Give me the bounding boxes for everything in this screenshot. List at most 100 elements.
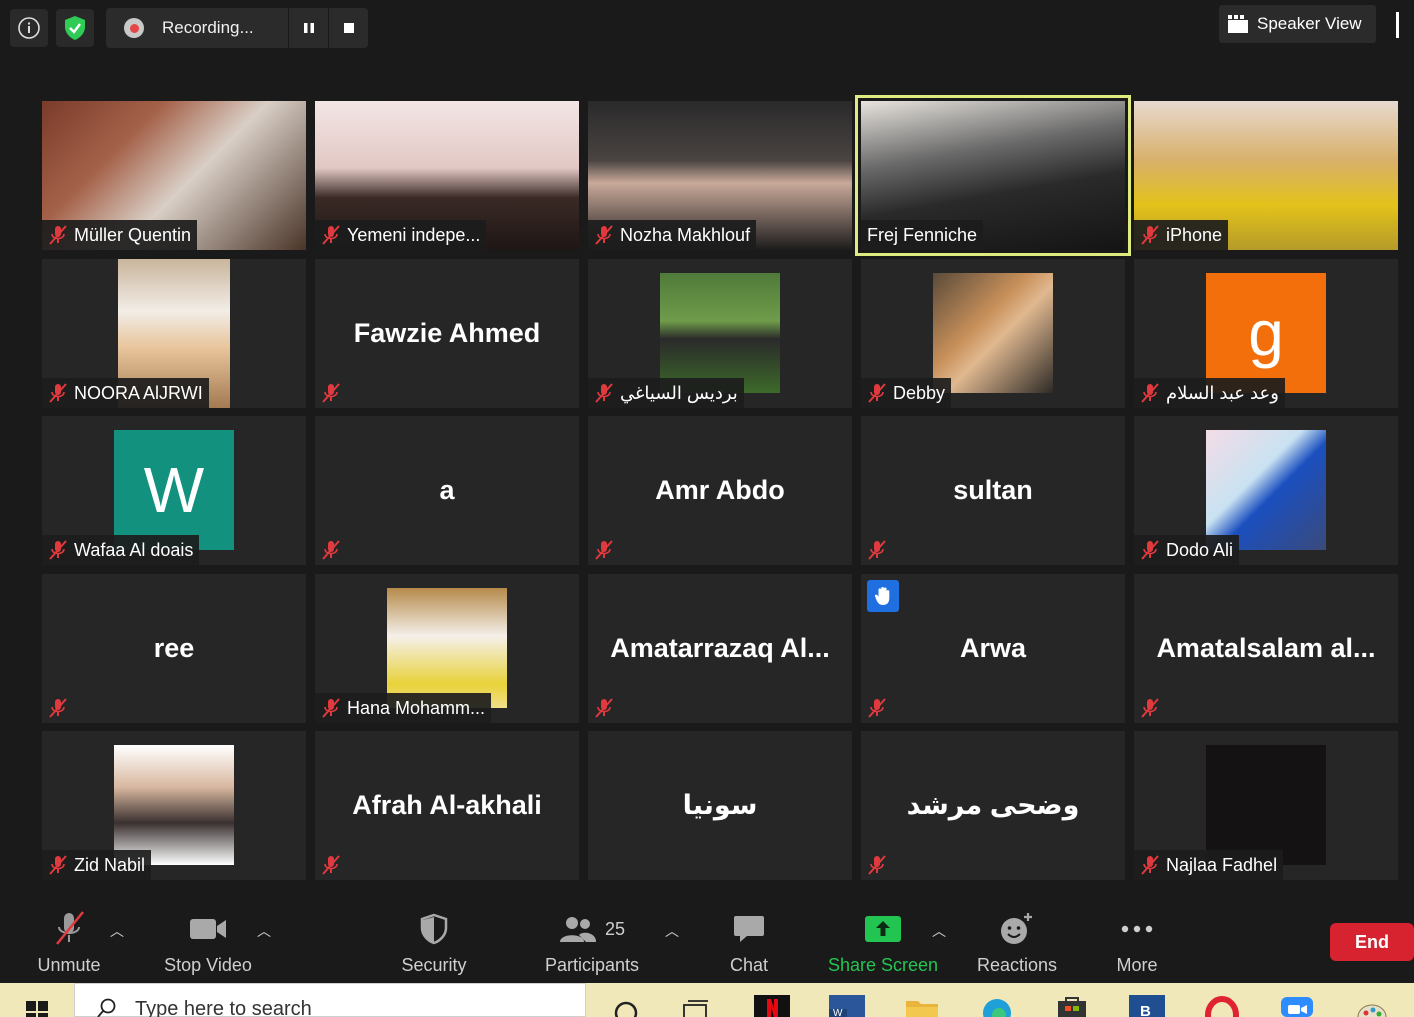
participant-tile[interactable]: Amatarrazaq Al... [588, 574, 852, 723]
video-options-chevron-icon[interactable]: ︿ [257, 921, 271, 941]
share-screen-icon [865, 916, 901, 942]
reactions-button[interactable]: Reactions [957, 909, 1077, 976]
file-explorer-icon[interactable] [904, 995, 940, 1017]
participant-tile[interactable]: Afrah Al-akhali [315, 731, 579, 880]
participant-tile[interactable]: Fawzie Ahmed [315, 259, 579, 408]
security-label: Security [401, 955, 467, 975]
participant-tile[interactable]: Zid Nabil [42, 731, 306, 880]
start-button[interactable] [0, 983, 72, 1017]
participant-tile[interactable]: ree [42, 574, 306, 723]
participant-name: Müller Quentin [74, 224, 192, 245]
taskbar-search-box[interactable]: Type here to search [74, 983, 586, 1017]
participant-tile[interactable]: وضحى مرشد [861, 731, 1125, 880]
zoom-app-icon[interactable] [1279, 995, 1315, 1017]
muted-microphone-icon [594, 539, 614, 561]
participant-nameplate: iPhone [1134, 220, 1229, 250]
participant-display-name: ree [153, 633, 195, 663]
b-app-icon[interactable]: B [1129, 995, 1165, 1017]
encryption-button[interactable] [56, 9, 94, 47]
participant-name: iPhone [1166, 224, 1223, 245]
participant-nameplate [861, 693, 893, 723]
participant-tile[interactable]: g وعد عبد السلام [1134, 259, 1398, 408]
chat-label: Chat [729, 955, 769, 975]
participant-name: Hana Mohamm... [347, 697, 486, 718]
word-icon[interactable]: W [829, 995, 865, 1017]
participant-tile[interactable]: W Wafaa Al doais [42, 416, 306, 565]
more-button[interactable]: More [1077, 909, 1197, 976]
participant-tile[interactable]: برديس السياغي [588, 259, 852, 408]
participant-tile[interactable]: Arwa [861, 574, 1125, 723]
participant-display-name: Amatarrazaq Al... [610, 633, 830, 663]
participant-nameplate: Debby [861, 378, 952, 408]
muted-microphone-icon [321, 697, 341, 719]
participant-nameplate: Zid Nabil [42, 850, 152, 880]
participant-name: Dodo Ali [1166, 539, 1234, 560]
fullscreen-icon[interactable] [1396, 12, 1414, 38]
muted-microphone-icon [321, 382, 341, 404]
participant-nameplate: NOORA AlJRWI [42, 378, 209, 408]
speaker-view-label: Speaker View [1257, 14, 1362, 33]
speaker-view-button[interactable]: Speaker View [1219, 5, 1376, 43]
stop-recording-button[interactable] [328, 8, 368, 48]
participant-nameplate [861, 850, 893, 880]
paint-icon[interactable] [1354, 995, 1390, 1017]
participant-tile[interactable]: Dodo Ali [1134, 416, 1398, 565]
shield-check-icon [65, 16, 85, 40]
participant-tile[interactable]: Nozha Makhlouf [588, 101, 852, 250]
edge-icon[interactable] [979, 995, 1015, 1017]
participant-tile[interactable]: a [315, 416, 579, 565]
muted-microphone-icon [1140, 224, 1160, 246]
participant-tile[interactable]: سونيا [588, 731, 852, 880]
muted-microphone-icon [867, 382, 887, 404]
participant-nameplate [1134, 693, 1166, 723]
participant-nameplate [588, 535, 620, 565]
muted-microphone-icon [48, 382, 68, 404]
svg-text:W: W [833, 1008, 843, 1017]
share-screen-button[interactable]: Share Screen [823, 909, 943, 976]
participant-tile[interactable]: Amr Abdo [588, 416, 852, 565]
pause-recording-button[interactable] [288, 8, 328, 48]
chat-button[interactable]: Chat [689, 909, 809, 976]
participant-name: Zid Nabil [74, 854, 146, 875]
unmute-button[interactable]: Unmute [9, 909, 129, 976]
muted-microphone-icon [321, 539, 341, 561]
netflix-icon[interactable] [754, 995, 790, 1017]
participant-tile[interactable]: Najlaa Fadhel [1134, 731, 1398, 880]
muted-microphone-icon [1140, 539, 1160, 561]
audio-options-chevron-icon[interactable]: ︿ [110, 921, 124, 941]
participants-options-chevron-icon[interactable]: ︿ [665, 921, 679, 941]
participant-tile[interactable]: Debby [861, 259, 1125, 408]
participants-count: 25 [604, 918, 626, 939]
share-options-chevron-icon[interactable]: ︿ [932, 921, 946, 941]
muted-microphone-icon [48, 224, 68, 246]
participant-tile[interactable]: Hana Mohamm... [315, 574, 579, 723]
participant-tile[interactable]: sultan [861, 416, 1125, 565]
participant-nameplate [315, 378, 347, 408]
participants-button[interactable]: 25 Participants [532, 909, 652, 976]
muted-microphone-icon [867, 854, 887, 876]
stop-video-label: Stop Video [164, 955, 252, 975]
participant-name: Yemeni indepe... [347, 224, 481, 245]
participant-tile[interactable]: Müller Quentin [42, 101, 306, 250]
security-button[interactable]: Security [374, 909, 494, 976]
stop-video-button[interactable]: Stop Video [148, 909, 268, 976]
unmute-label: Unmute [37, 955, 101, 975]
participant-nameplate: وعد عبد السلام [1134, 378, 1285, 408]
muted-microphone-icon [48, 539, 68, 561]
participant-tile[interactable]: Yemeni indepe... [315, 101, 579, 250]
task-view-icon[interactable] [678, 995, 714, 1017]
meeting-info-button[interactable] [10, 9, 48, 47]
participant-tile[interactable]: NOORA AlJRWI [42, 259, 306, 408]
opera-icon[interactable] [1204, 995, 1240, 1017]
muted-microphone-icon [594, 382, 614, 404]
end-meeting-button[interactable]: End [1330, 923, 1414, 961]
participant-nameplate: برديس السياغي [588, 378, 744, 408]
muted-microphone-icon [594, 697, 614, 719]
participant-tile[interactable]: Amatalsalam al... [1134, 574, 1398, 723]
store-icon[interactable] [1054, 995, 1090, 1017]
participant-name: NOORA AlJRWI [74, 382, 203, 403]
participant-display-name: Fawzie Ahmed [353, 318, 541, 348]
cortana-icon[interactable] [608, 995, 644, 1017]
participant-tile[interactable]: Frej Fenniche [855, 95, 1131, 256]
participant-tile[interactable]: iPhone [1134, 101, 1398, 250]
